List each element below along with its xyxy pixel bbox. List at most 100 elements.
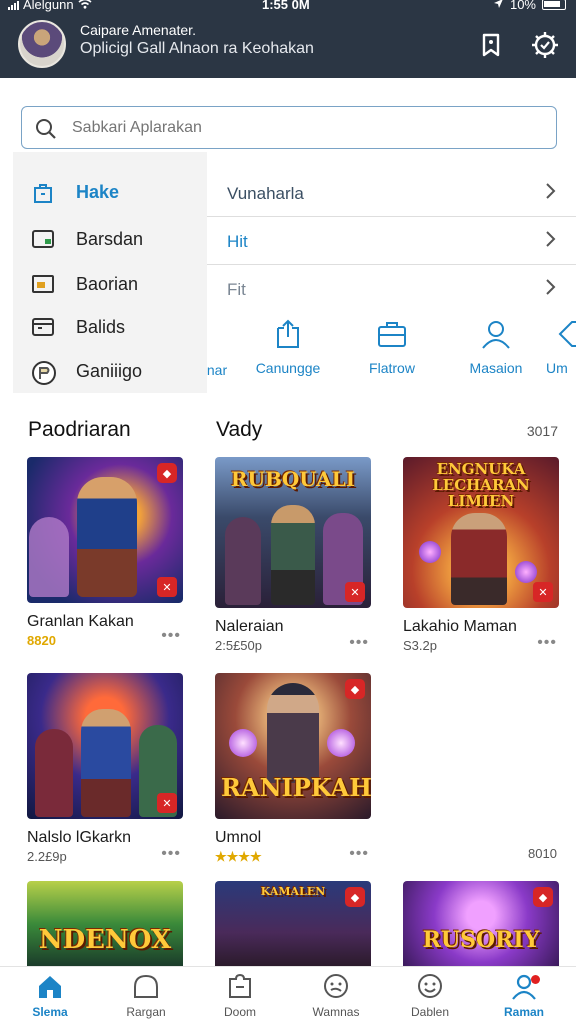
hero-figure xyxy=(451,513,507,605)
hot-badge-icon: ◆ xyxy=(345,887,365,907)
nav-wamnas[interactable]: Wamnas xyxy=(296,973,376,1019)
top-bar: Alelgunn 1:55 0M 10% Caipare Amenater. O… xyxy=(0,0,576,78)
nav-label: Rargan xyxy=(126,1005,166,1019)
game-art-title: RUSORIY xyxy=(422,927,540,953)
list-item-vunaharla[interactable]: Vunaharla xyxy=(207,170,576,217)
category-menu: Hake Barsdan Baorian Balids Ganiiigo xyxy=(13,152,207,393)
upload-icon xyxy=(277,319,299,348)
bookmark-icon[interactable] xyxy=(476,30,506,60)
more-options-icon[interactable]: ••• xyxy=(349,634,369,652)
magic-orb xyxy=(515,561,537,583)
rating-badge-icon: ✕ xyxy=(157,793,177,813)
game-thumbnail: ENGNUKA LECHARAN LIMIEN ✕ xyxy=(403,457,559,608)
notification-dot xyxy=(531,975,540,984)
quick-category-flatrow[interactable]: Flatrow xyxy=(352,318,432,376)
game-art-title: RANIPKAH xyxy=(221,773,371,802)
list-item-hit[interactable]: Hit xyxy=(207,218,576,265)
hero-figure xyxy=(35,729,73,817)
chat-icon xyxy=(324,974,348,998)
menu-item-baorian[interactable]: Baorian xyxy=(13,264,207,304)
menu-label: Ganiiigo xyxy=(76,360,143,381)
hero-figure xyxy=(271,505,315,605)
header-title: Caipare Amenater. xyxy=(80,22,196,38)
more-options-icon[interactable]: ••• xyxy=(161,627,181,645)
section-title-right: Vady xyxy=(216,418,263,441)
dome-icon xyxy=(134,974,158,998)
chevron-right-icon xyxy=(544,230,556,253)
settings-icon[interactable] xyxy=(530,30,560,60)
hero-figure xyxy=(81,709,131,817)
menu-item-barsdan[interactable]: Barsdan xyxy=(13,219,207,259)
signal-icon xyxy=(8,0,19,10)
game-card[interactable]: RANIPKAH ◆ Umnol ★★★★ ••• xyxy=(215,673,371,865)
nav-label: Wamnas xyxy=(312,1005,360,1019)
more-options-icon[interactable]: ••• xyxy=(537,634,557,652)
location-icon xyxy=(493,0,504,12)
game-card[interactable]: RUBQUALI ✕ Naleraian 2:5£50p ••• xyxy=(215,457,371,653)
menu-label: Balids xyxy=(76,316,126,337)
list-item-fit[interactable]: Fit xyxy=(207,266,576,313)
game-card[interactable]: ENGNUKA LECHARAN LIMIEN ✕ Lakahio Maman … xyxy=(403,457,559,653)
menu-item-ganiiigo[interactable]: Ganiiigo xyxy=(13,351,207,391)
game-card[interactable]: NDENOX xyxy=(27,881,183,967)
quick-category-label: nar xyxy=(206,362,228,378)
game-thumbnail: RANIPKAH ◆ xyxy=(215,673,371,819)
nav-raman[interactable]: Raman xyxy=(484,973,564,1019)
quick-category-label: Flatrow xyxy=(369,360,415,376)
tag-icon xyxy=(558,321,576,347)
list-label: Fit xyxy=(227,280,246,299)
wifi-icon xyxy=(78,0,92,12)
game-thumbnail: RUSORIY ◆ xyxy=(403,881,559,967)
home-icon xyxy=(39,976,61,998)
header-subtitle: Oplicigl Gall Alnaon ra Keohakan xyxy=(80,40,314,57)
card-icon xyxy=(31,228,55,250)
game-thumbnail: RUBQUALI ✕ xyxy=(215,457,371,608)
chevron-right-icon xyxy=(544,278,556,301)
nav-slema[interactable]: Slema xyxy=(10,973,90,1019)
rating-badge-icon: ✕ xyxy=(533,582,553,602)
status-bar: Alelgunn 1:55 0M 10% xyxy=(0,0,576,13)
quick-category-nar[interactable]: nar xyxy=(204,362,230,378)
menu-label: Hake xyxy=(76,181,120,202)
menu-item-balids[interactable]: Balids xyxy=(13,307,207,347)
battery-percent: 10% xyxy=(509,0,536,12)
game-name: Granlan Kakan xyxy=(27,613,134,630)
quick-category-canungge[interactable]: Canungge xyxy=(248,318,328,376)
game-card[interactable]: ✕ Nalslo lGkarkn 2.2£9p ••• xyxy=(27,673,183,864)
list-label: Hit xyxy=(227,232,248,251)
controller-icon xyxy=(31,360,56,385)
folder-icon xyxy=(31,316,55,338)
avatar[interactable] xyxy=(18,20,66,68)
hot-badge-icon: ◆ xyxy=(345,679,365,699)
nav-dablen[interactable]: Dablen xyxy=(390,973,470,1019)
menu-label: Baorian xyxy=(76,273,139,294)
game-name: Lakahio Maman xyxy=(403,618,517,635)
game-art-title: KAMALEN xyxy=(260,885,326,898)
magic-orb xyxy=(327,729,355,757)
menu-item-hake[interactable]: Hake xyxy=(13,172,207,212)
hero-figure xyxy=(29,517,69,597)
more-options-icon[interactable]: ••• xyxy=(161,845,181,863)
game-art-title: ENGNUKA LECHARAN LIMIEN xyxy=(432,460,530,510)
search-bar[interactable] xyxy=(21,106,557,149)
smile-icon xyxy=(418,974,442,998)
game-card[interactable]: RUSORIY ◆ xyxy=(403,881,559,967)
quick-category-label: Um xyxy=(546,360,568,376)
hero-figure xyxy=(77,477,137,597)
nav-doom[interactable]: Doom xyxy=(200,973,280,1019)
game-name: Umnol xyxy=(215,829,262,846)
more-options-icon[interactable]: ••• xyxy=(349,845,369,863)
status-time: 1:55 0M xyxy=(262,0,310,12)
game-card[interactable]: KAMALEN ◆ xyxy=(215,881,371,967)
chevron-right-icon xyxy=(544,182,556,205)
quick-category-um[interactable]: Um xyxy=(546,318,576,376)
search-input[interactable] xyxy=(72,116,532,140)
game-card[interactable]: ◆ ✕ Granlan Kakan 8820 ••• xyxy=(27,457,183,648)
battery-icon xyxy=(542,0,566,10)
quick-category-masaion[interactable]: Masaion xyxy=(456,318,536,376)
nav-label: Doom xyxy=(223,1005,256,1019)
nav-rargan[interactable]: Rargan xyxy=(106,973,186,1019)
section-count: 3017 xyxy=(526,423,558,439)
game-meta: 8010 xyxy=(528,846,557,861)
carrier-name: Alelgunn xyxy=(23,0,74,12)
